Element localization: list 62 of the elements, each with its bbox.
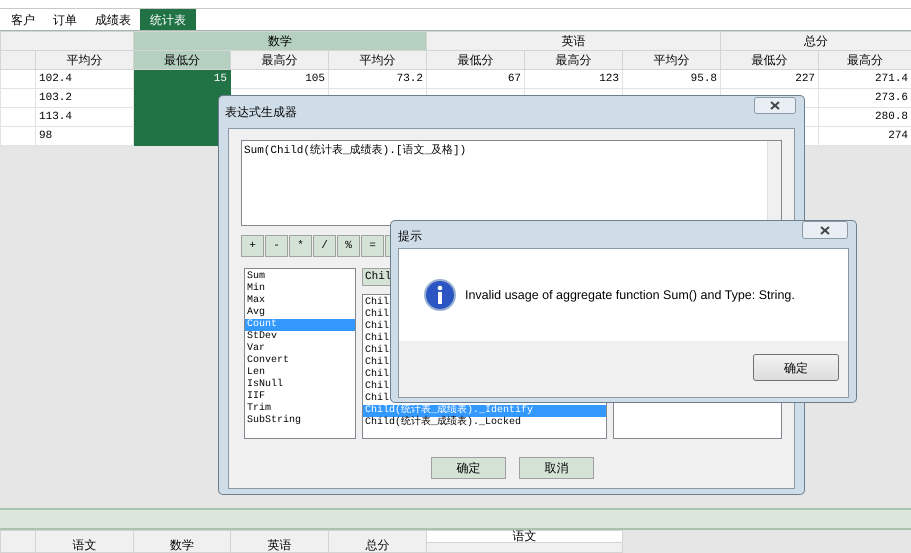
column-header[interactable]: 最高分 [524, 50, 623, 70]
list-item[interactable]: Len [245, 367, 355, 379]
table-cell: 73.2 [328, 70, 427, 88]
operator-button[interactable]: + [241, 235, 264, 257]
operator-button[interactable]: * [289, 235, 312, 257]
table-cell: 15 [134, 70, 230, 88]
list-item[interactable]: Convert [245, 355, 355, 367]
operator-button[interactable]: - [265, 235, 288, 257]
table-cell: 67 [426, 70, 525, 88]
expression-field[interactable]: Sum(Child(统计表_成绩表).[语文_及格]) [241, 140, 782, 226]
column-header[interactable]: 总分 [328, 530, 426, 552]
list-item[interactable]: Min [245, 283, 355, 295]
cancel-button[interactable]: 取消 [519, 457, 594, 479]
table-cell: 102.4 [36, 70, 134, 88]
list-item[interactable]: IsNull [245, 379, 355, 391]
ok-button[interactable]: 确定 [753, 354, 839, 381]
column-header[interactable]: 语文 [36, 530, 134, 552]
list-item[interactable]: Trim [245, 403, 355, 415]
list-item[interactable]: Var [245, 343, 355, 355]
list-item[interactable]: IIF [245, 391, 355, 403]
column-header[interactable]: 英语 [230, 530, 328, 552]
column-header[interactable]: 数学 [134, 530, 230, 552]
list-item[interactable]: Max [245, 295, 355, 307]
column-header[interactable]: 平均分 [36, 50, 134, 70]
table-cell: 98 [36, 126, 134, 146]
column-header[interactable]: 最高分 [818, 50, 911, 70]
column-group-header[interactable]: 数学 [134, 32, 427, 50]
operator-button[interactable]: % [337, 235, 360, 257]
close-button[interactable] [802, 221, 848, 239]
list-item[interactable]: Sum [245, 271, 355, 283]
window-title: 表达式生成器 [225, 104, 297, 121]
info-icon [424, 279, 456, 311]
column-group-header[interactable]: 英语 [426, 32, 721, 50]
column-header[interactable]: 平均分 [328, 50, 427, 70]
column-group-header[interactable]: 总分 [720, 32, 911, 50]
table-cell: 95.8 [622, 70, 721, 88]
message-text: Invalid usage of aggregate function Sum() and Type: String. [465, 286, 795, 304]
column-header[interactable]: 最低分 [426, 50, 525, 70]
expression-text: Sum(Child(统计表_成绩表).[语文_及格]) [244, 143, 466, 159]
function-list[interactable]: Sum Min Max Avg Count StDev Var Convert Len IsNull IIF Trim SubString [244, 268, 356, 439]
column-header[interactable]: 平均分 [622, 50, 721, 70]
column-header[interactable]: 最低分 [720, 50, 819, 70]
table-cell: 103.2 [36, 88, 134, 108]
window-title: 提示 [398, 228, 422, 245]
operator-button[interactable]: / [313, 235, 336, 257]
list-item[interactable]: StDev [245, 331, 355, 343]
table-cell: 123 [524, 70, 623, 88]
close-button[interactable] [754, 97, 796, 114]
tab[interactable]: 统计表 [140, 9, 196, 30]
list-item[interactable]: Avg [245, 307, 355, 319]
close-icon [770, 101, 780, 110]
column-header[interactable]: 最低分 [134, 50, 230, 70]
ok-button[interactable]: 确定 [431, 457, 506, 479]
table-cell: 113.4 [36, 108, 134, 126]
table-cell: 105 [230, 70, 328, 88]
list-item[interactable]: Child(统计表_成绩表)._Locked [363, 417, 606, 429]
operator-button[interactable]: = [361, 235, 384, 257]
close-icon [820, 226, 830, 234]
column-group-header[interactable]: 语文 [426, 530, 622, 542]
list-item[interactable]: SubString [245, 415, 355, 427]
column-header[interactable]: 最高分 [230, 50, 328, 70]
table-cell: 227 [720, 70, 819, 88]
